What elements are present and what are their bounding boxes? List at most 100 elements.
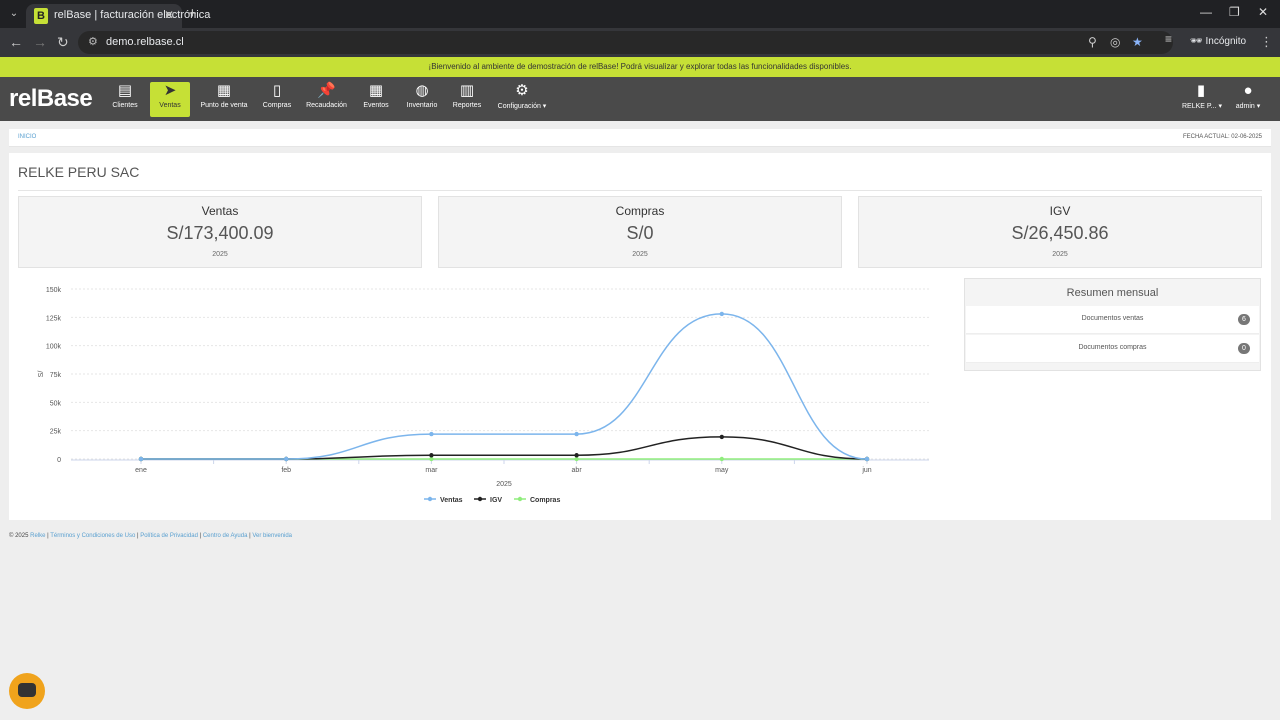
- close-tab-icon[interactable]: ✕: [164, 8, 174, 22]
- x-tick-label: mar: [425, 467, 438, 474]
- site-info-icon[interactable]: ⚙: [88, 35, 98, 48]
- nav-label: Reportes: [452, 102, 482, 109]
- nav-inventario[interactable]: ◍ Inventario: [404, 82, 440, 117]
- new-tab-icon[interactable]: +: [188, 5, 197, 22]
- summary-row-ventas[interactable]: Documentos ventas 6: [966, 306, 1259, 334]
- incognito-badge[interactable]: 🕶 Incógnito: [1190, 36, 1246, 47]
- summary-row-label: Documentos compras: [1078, 344, 1147, 351]
- address-card-icon: ▤: [117, 82, 133, 99]
- divider: [18, 190, 1262, 191]
- y-tick-label: 0: [57, 457, 61, 464]
- legend-label: Compras: [530, 497, 560, 504]
- nav-label: Ventas: [159, 102, 181, 109]
- main-navbar: relBase ▤ Clientes ➤ Ventas ▦ Punto de v…: [0, 77, 1280, 121]
- kpi-year: 2025: [632, 251, 648, 258]
- data-point-ventas: [138, 456, 144, 462]
- company-menu[interactable]: ▮ RELKE P... ▾: [1182, 82, 1222, 117]
- y-tick-label: 50k: [50, 400, 62, 407]
- browser-menu-icon[interactable]: ⋮: [1260, 34, 1273, 50]
- company-menu-label: RELKE P... ▾: [1182, 103, 1222, 110]
- monthly-summary: Resumen mensual Documentos ventas 6 Docu…: [964, 278, 1261, 371]
- incognito-label: Incógnito: [1205, 36, 1247, 47]
- browser-tab-bar: ⌄ B relBase | facturación electrónica ✕ …: [0, 0, 1280, 28]
- y-tick-label: 150k: [46, 287, 62, 294]
- relbase-logo[interactable]: relBase: [9, 85, 93, 113]
- kpi-year: 2025: [1052, 251, 1068, 258]
- legend-marker: [477, 496, 483, 502]
- legend-label: Ventas: [440, 497, 463, 504]
- nav-eventos[interactable]: ▦ Eventos: [362, 82, 390, 117]
- data-point-ventas: [284, 456, 289, 462]
- calculator-icon: ▦: [216, 82, 232, 99]
- nav-label: Inventario: [406, 102, 438, 109]
- back-icon[interactable]: ←: [9, 34, 23, 50]
- breadcrumb-bar: INICIO FECHA ACTUAL: 02-06-2025: [9, 129, 1271, 147]
- kpi-value: S/173,400.09: [166, 223, 274, 243]
- current-date: FECHA ACTUAL: 02-06-2025: [1182, 134, 1262, 140]
- x-axis-title: 2025: [496, 481, 512, 488]
- count-badge: 6: [1238, 314, 1250, 325]
- reload-icon[interactable]: ↻: [57, 34, 69, 51]
- incognito-icon: 🕶: [1190, 36, 1203, 47]
- browser-address-bar: ← → ↻ ⚙ demo.relbase.cl ⚲ ◎ ★ ≡ 🕶 Incógn…: [0, 28, 1280, 57]
- footer-link-ayuda[interactable]: Centro de Ayuda: [203, 533, 248, 539]
- browser-tab[interactable]: B relBase | facturación electrónica ✕: [26, 4, 210, 28]
- chat-bubble-icon: [18, 683, 36, 697]
- count-badge: 0: [1238, 343, 1250, 354]
- line-chart-svg: 0 25k 50k 75k 100k 125k 150k ene feb mar abr may jun…: [38, 287, 929, 504]
- nav-compras[interactable]: ▯ Compras: [261, 82, 293, 117]
- breadcrumb[interactable]: INICIO: [18, 134, 36, 140]
- data-point-ventas: [719, 311, 724, 317]
- chat-button[interactable]: [9, 673, 45, 709]
- nav-punto-de-venta[interactable]: ▦ Punto de venta: [199, 82, 249, 117]
- gears-icon: ⚙: [515, 82, 529, 99]
- nav-clientes[interactable]: ▤ Clientes: [110, 82, 140, 117]
- nav-label: Recaudación: [306, 102, 347, 109]
- footer-link-privacidad[interactable]: Política de Privacidad: [140, 533, 198, 539]
- data-point-igv: [719, 434, 724, 440]
- boxes-icon: ◍: [415, 82, 429, 99]
- calendar-icon: ▦: [368, 82, 384, 99]
- nav-recaudacion[interactable]: 📌 Recaudación: [305, 82, 348, 117]
- url-field[interactable]: ⚙ demo.relbase.cl ⚲ ◎ ★: [78, 31, 1173, 54]
- eye-off-icon[interactable]: ◎: [1110, 35, 1120, 49]
- close-window-icon[interactable]: ✕: [1258, 5, 1268, 19]
- footer-link-terminos[interactable]: Términos y Condiciones de Uso: [50, 533, 135, 539]
- user-menu[interactable]: ● admin ▾: [1232, 82, 1264, 117]
- document-icon: ▯: [272, 82, 282, 99]
- minimize-icon[interactable]: —: [1200, 5, 1212, 19]
- zoom-icon[interactable]: ⚲: [1088, 35, 1097, 49]
- x-tick-label: feb: [281, 467, 291, 474]
- nav-reportes[interactable]: ▥ Reportes: [451, 82, 483, 117]
- kpi-igv: IGV S/26,450.86 2025: [858, 196, 1262, 268]
- nav-configuracion[interactable]: ⚙ Configuración ▾: [495, 82, 549, 117]
- restore-icon[interactable]: ❐: [1229, 5, 1240, 19]
- summary-row-compras[interactable]: Documentos compras 0: [966, 335, 1259, 363]
- footer-link-bienvenida[interactable]: Ver bienvenida: [252, 533, 292, 539]
- tab-title: relBase | facturación electrónica: [54, 9, 211, 21]
- nav-ventas[interactable]: ➤ Ventas: [150, 82, 190, 117]
- pin-icon: 📌: [317, 82, 336, 99]
- y-axis-title: S/: [38, 371, 45, 378]
- nav-label: Clientes: [112, 102, 138, 109]
- y-tick-label: 75k: [50, 372, 62, 379]
- legend-marker: [427, 496, 433, 502]
- tab-search-icon[interactable]: ⌄: [6, 6, 22, 22]
- kpi-ventas: Ventas S/173,400.09 2025: [18, 196, 422, 268]
- bookmark-star-icon[interactable]: ★: [1132, 35, 1143, 49]
- series-line-ventas: [141, 313, 868, 460]
- y-tick-label: 25k: [50, 429, 62, 436]
- copyright: © 2025: [9, 533, 29, 539]
- nav-label: Compras: [262, 102, 292, 109]
- url-text: demo.relbase.cl: [106, 36, 184, 48]
- welcome-banner: ¡Bienvenido al ambiente de demostración …: [0, 57, 1280, 77]
- forward-icon[interactable]: →: [33, 34, 47, 50]
- building-icon: ▮: [1196, 82, 1206, 99]
- paper-plane-icon: ➤: [163, 82, 177, 99]
- kpi-year: 2025: [212, 251, 228, 258]
- data-point-ventas: [574, 431, 579, 437]
- footer-brand-link[interactable]: Relke: [30, 533, 45, 539]
- data-point-ventas: [429, 431, 434, 437]
- x-tick-label: ene: [135, 467, 147, 474]
- media-icon[interactable]: ≡: [1165, 32, 1172, 46]
